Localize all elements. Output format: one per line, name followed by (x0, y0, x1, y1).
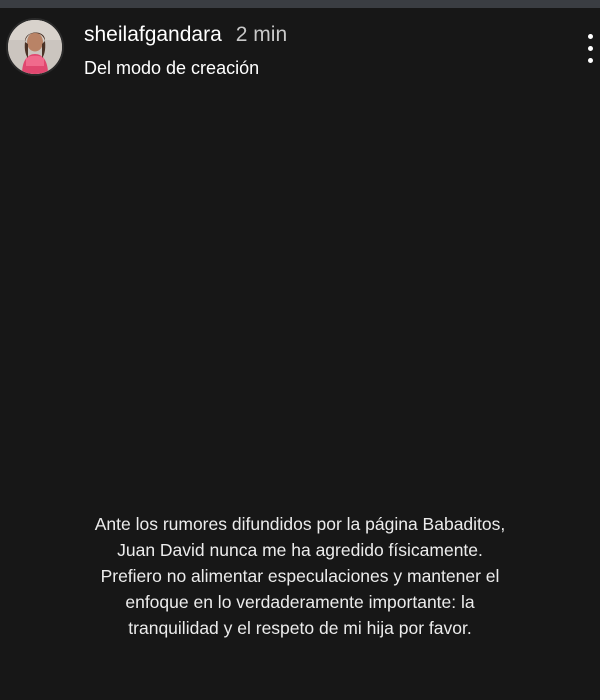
avatar[interactable] (6, 18, 64, 76)
caption-line: Ante los rumores difundidos por la págin… (94, 514, 506, 534)
story-timestamp: 2 min (235, 23, 288, 46)
caption-line: Juan David nunca me ha agredido físicame… (117, 540, 483, 560)
username[interactable]: sheilafgandara (84, 23, 222, 46)
more-options-button[interactable] (580, 28, 600, 70)
caption-line: enfoque en lo verdaderamente importante:… (125, 592, 475, 612)
caption-line: tranquilidad y el respeto de mi hija por… (128, 618, 472, 638)
story-source-label: Del modo de creación (84, 58, 260, 78)
more-vertical-icon (588, 58, 593, 63)
story-header: sheilafgandara 2 min Del modo de creación (0, 8, 600, 90)
username-row: sheilafgandara 2 min (84, 22, 287, 48)
story-progress-bar (0, 0, 600, 8)
more-vertical-icon (588, 34, 593, 39)
story-caption: Ante los rumores difundidos por la págin… (20, 511, 580, 641)
story-viewer[interactable]: sheilafgandara 2 min Del modo de creación… (0, 0, 600, 700)
caption-line: Prefiero no alimentar especulaciones y m… (100, 566, 500, 586)
more-vertical-icon (588, 46, 593, 51)
